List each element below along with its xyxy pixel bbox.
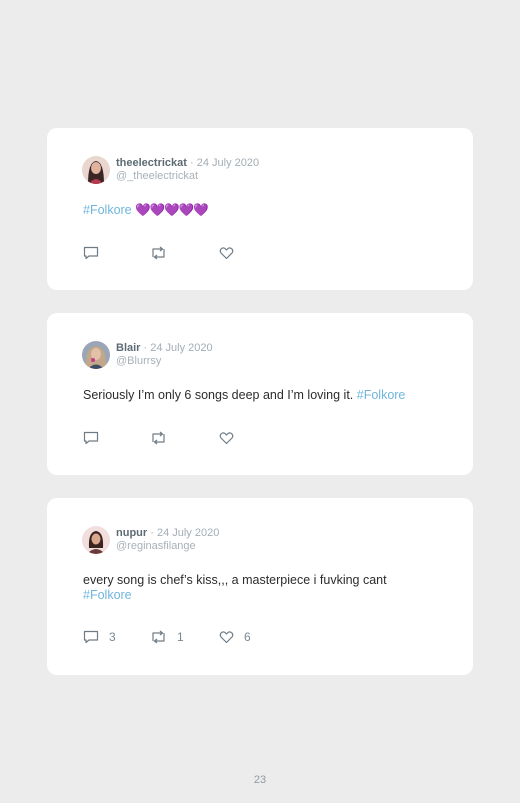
like-button[interactable] (219, 245, 234, 261)
tweet-text: every song is chef’s kiss,,, a masterpie… (83, 573, 418, 603)
tweet-text: Seriously I’m only 6 songs deep and I’m … (83, 388, 443, 403)
like-icon (219, 631, 234, 644)
reply-icon (83, 431, 99, 445)
author-name[interactable]: nupur (116, 527, 147, 539)
like-button[interactable] (219, 430, 234, 446)
reply-icon (83, 246, 99, 260)
avatar[interactable] (82, 341, 110, 369)
hashtag-link[interactable]: #Folkore (83, 588, 132, 602)
page-number: 23 (253, 774, 267, 786)
retweet-button[interactable] (150, 430, 167, 446)
tweet-card: theelectrickat · 24 July 2020 @_theelect… (47, 128, 473, 290)
hashtag-link[interactable]: #Folkore (357, 388, 406, 402)
reply-button[interactable] (83, 245, 99, 261)
tweet-date: · 24 July 2020 (190, 157, 260, 169)
like-count: 6 (244, 630, 251, 644)
like-button[interactable]: 6 (219, 629, 251, 645)
retweet-count: 1 (177, 630, 184, 644)
author-handle[interactable]: @_theelectrickat (116, 170, 259, 183)
author-name[interactable]: Blair (116, 342, 140, 354)
like-icon (219, 432, 234, 445)
tweet-text-content: Seriously I’m only 6 songs deep and I’m … (83, 388, 357, 402)
author-handle[interactable]: @Blurrsy (116, 355, 213, 368)
avatar[interactable] (82, 526, 110, 554)
tweet-text: #Folkore 💜💜💜💜💜 (83, 203, 443, 218)
reply-icon (83, 630, 99, 644)
reply-button[interactable]: 3 (83, 629, 116, 645)
tweet-date: · 24 July 2020 (150, 527, 220, 539)
like-icon (219, 247, 234, 260)
tweet-date: · 24 July 2020 (143, 342, 213, 354)
tweet-header: Blair · 24 July 2020 @Blurrsy (116, 342, 213, 368)
avatar[interactable] (82, 156, 110, 184)
tweet-header: nupur · 24 July 2020 @reginasfilange (116, 527, 219, 553)
retweet-icon (152, 630, 165, 644)
retweet-button[interactable]: 1 (150, 629, 184, 645)
tweet-actions: 3 1 6 (83, 629, 383, 645)
author-name[interactable]: theelectrickat (116, 157, 187, 169)
purple-heart-emoji: 💜💜💜💜💜 (135, 203, 209, 217)
reply-button[interactable] (83, 430, 99, 446)
retweet-icon (152, 431, 165, 445)
reply-count: 3 (109, 630, 116, 644)
tweet-header: theelectrickat · 24 July 2020 @_theelect… (116, 157, 259, 183)
hashtag-link[interactable]: #Folkore (83, 203, 132, 217)
tweet-card: nupur · 24 July 2020 @reginasfilange eve… (47, 498, 473, 675)
author-handle[interactable]: @reginasfilange (116, 540, 219, 553)
tweet-card: Blair · 24 July 2020 @Blurrsy Seriously … (47, 313, 473, 475)
tweet-actions (83, 245, 383, 261)
tweet-text-content: every song is chef’s kiss,,, a masterpie… (83, 573, 387, 587)
retweet-icon (152, 246, 165, 260)
tweet-actions (83, 430, 383, 446)
retweet-button[interactable] (150, 245, 167, 261)
